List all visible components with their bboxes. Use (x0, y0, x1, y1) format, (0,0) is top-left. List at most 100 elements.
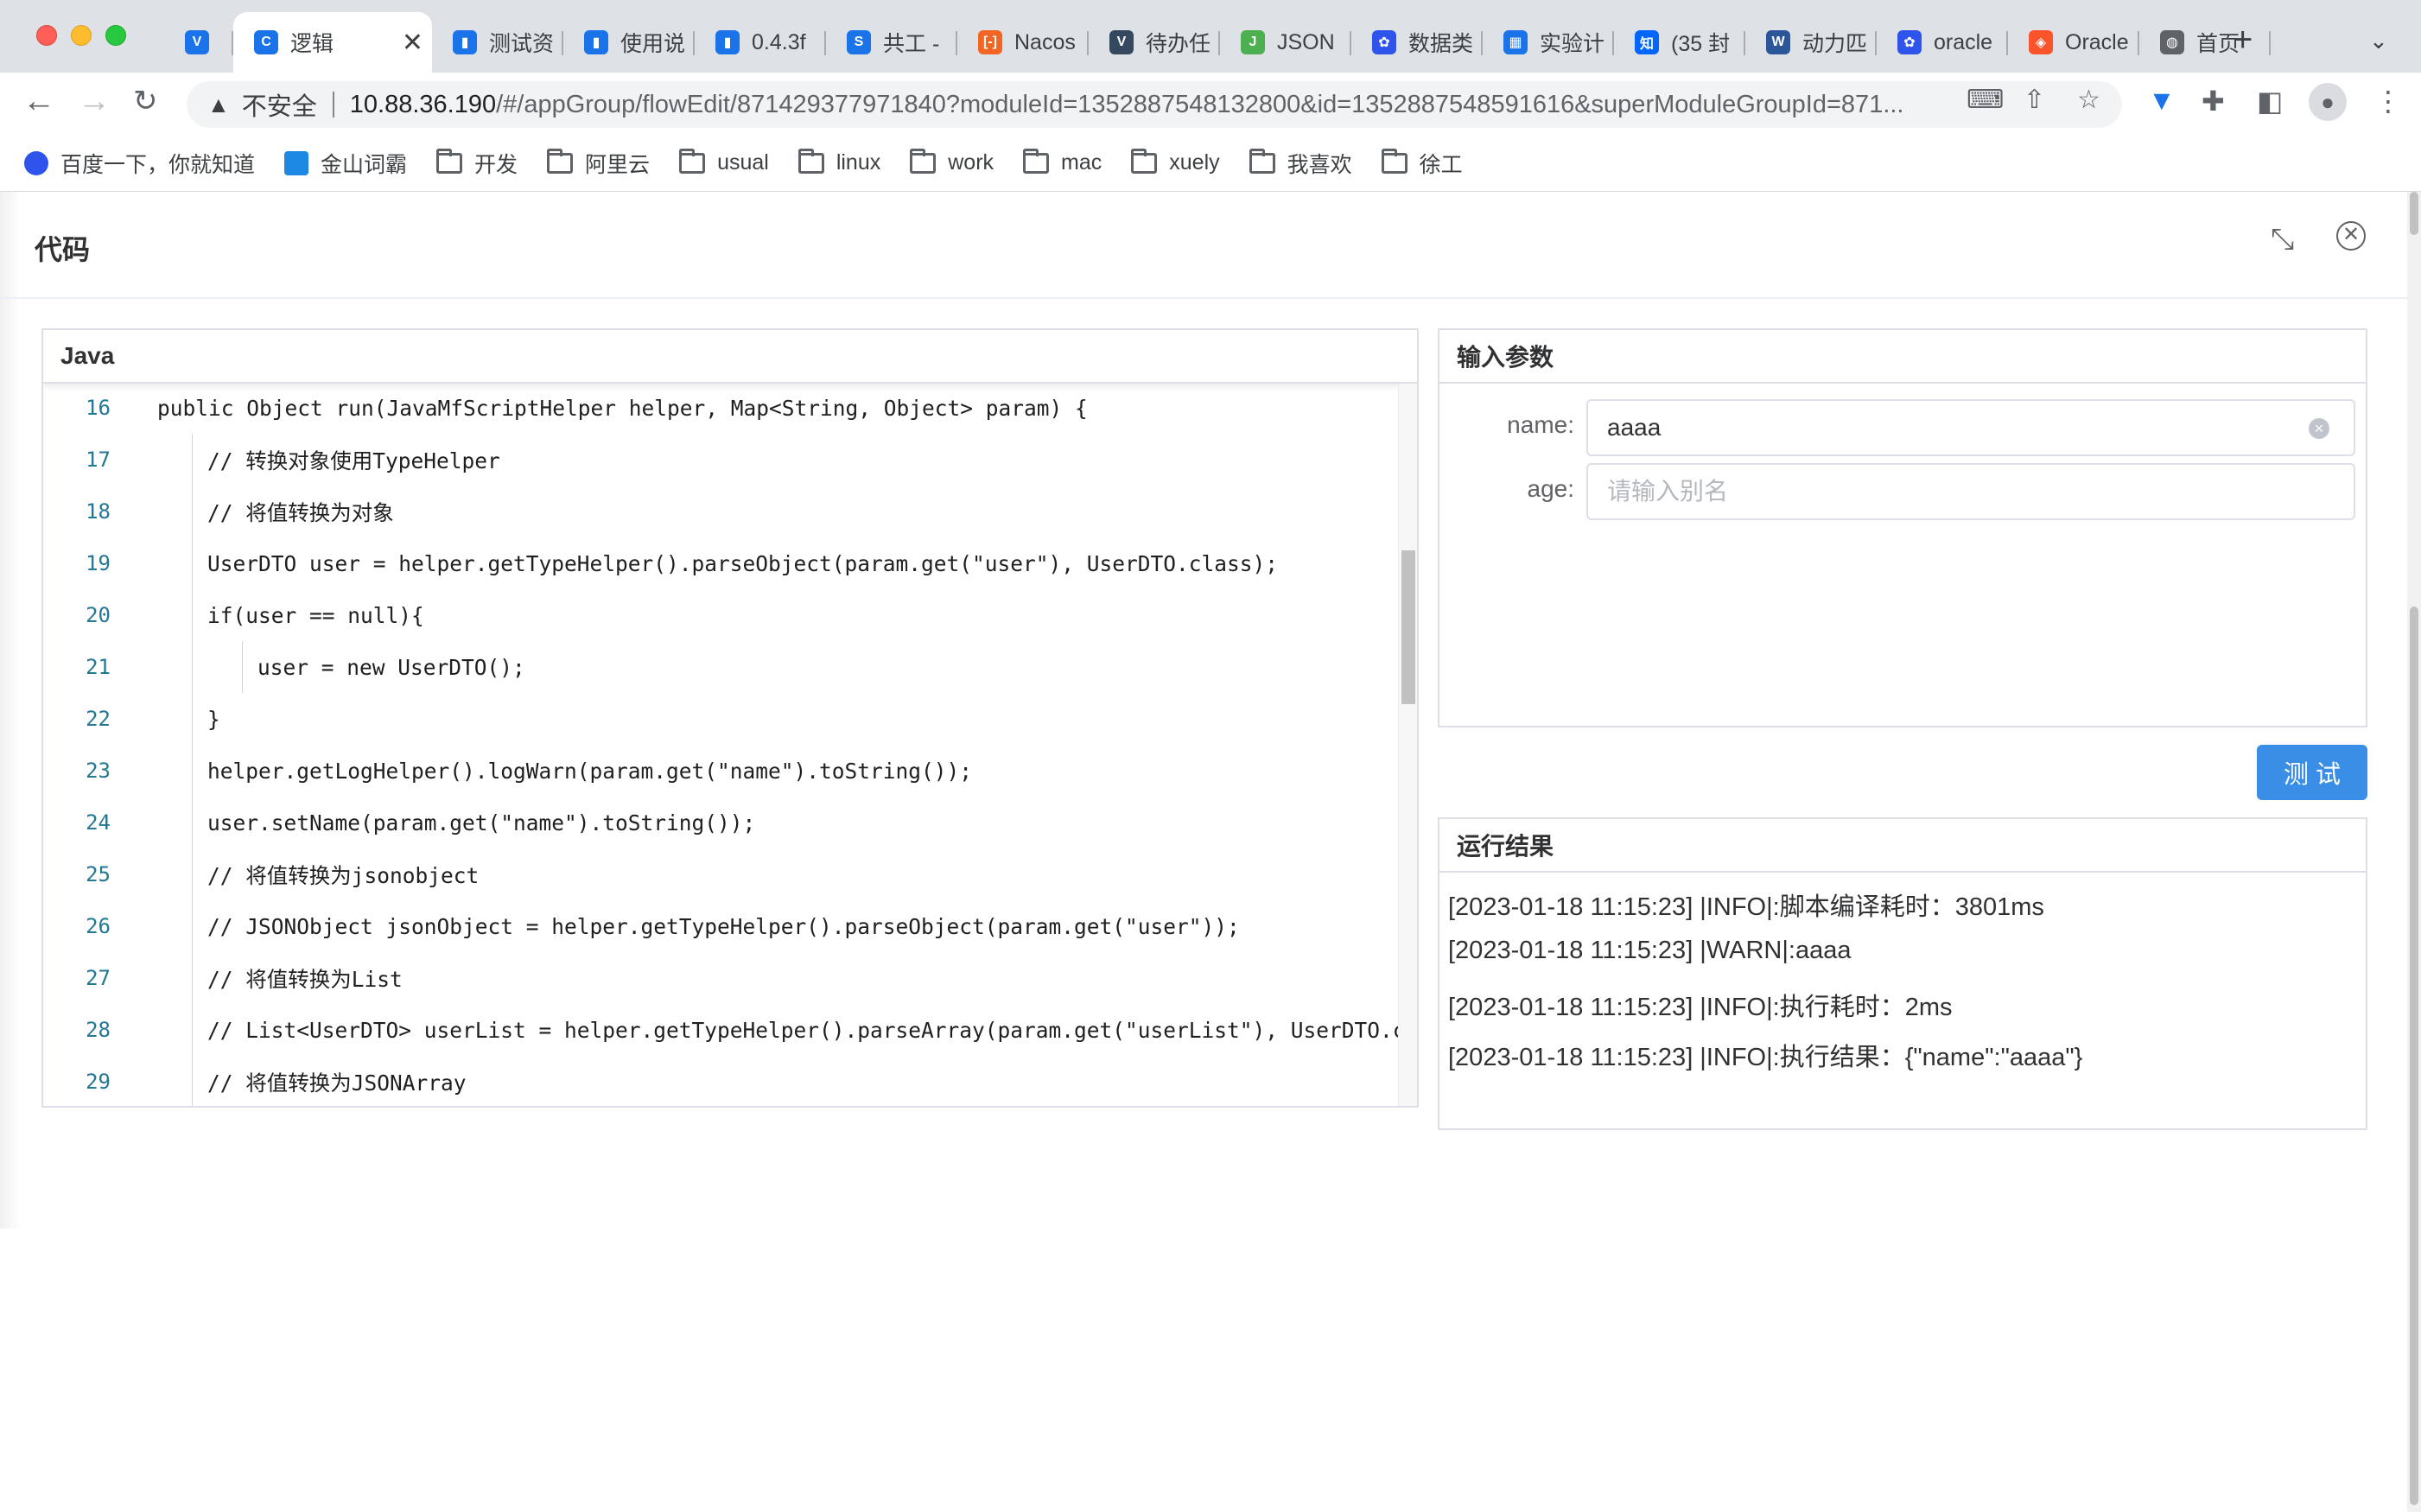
code-text: // 将值转换为JSONArray (207, 1070, 467, 1096)
forward-arrow-icon[interactable]: → (78, 85, 111, 118)
folder-icon (1249, 148, 1275, 174)
code-line: 24 user.setName(param.get("name").toStrin… (43, 797, 1417, 848)
browser-tab[interactable]: J JSON (1220, 12, 1351, 73)
more-menu-icon[interactable]: ⋮ (2374, 85, 2402, 118)
extensions-puzzle-icon[interactable]: ✚ (2202, 85, 2225, 118)
vee-extension-icon[interactable]: ▼ (2148, 85, 2176, 117)
doc-icon: ▮ (584, 30, 608, 54)
drawer-shadow (0, 192, 21, 1229)
browser-tab[interactable]: ▮ 测试资 (432, 12, 563, 73)
logic-app-icon: C (254, 30, 278, 54)
browser-tab[interactable]: W 动力匹 (1745, 12, 1877, 73)
grid-icon: ▦ (1503, 30, 1528, 54)
window-close-button[interactable] (36, 25, 57, 46)
browser-tab[interactable]: C 逻辑 ✕ (233, 12, 432, 73)
browser-toolbar: ← → ↻ ▲ 不安全 10.88.36.190 /#/appGroup/flo… (0, 73, 2421, 135)
code-line: 25 // 将值转换为jsonobject (43, 848, 1417, 900)
param-row-age: age: (1439, 463, 2369, 524)
window-zoom-button[interactable] (105, 25, 126, 46)
window-minimize-button[interactable] (71, 25, 92, 46)
code-line: 17// 转换对象使用TypeHelper (43, 434, 1417, 486)
bookmark-item[interactable]: 开发 (436, 148, 518, 179)
browser-tab[interactable]: ▮ 使用说 (563, 12, 695, 73)
tab-title: 待办任 (1146, 32, 1211, 56)
side-panel-icon[interactable]: ◧ (2257, 85, 2283, 118)
tab-close-icon[interactable]: ✕ (402, 28, 423, 58)
tab-title: Oracle (2065, 29, 2129, 54)
folder-icon (797, 148, 824, 174)
zhihu-icon: 知 (1635, 30, 1659, 54)
page-scrollbar[interactable] (2407, 192, 2421, 1512)
translate-icon[interactable]: ⌨ (1967, 85, 2004, 115)
code-text: // 将值转换为jsonobject (207, 862, 480, 888)
editor-vertical-scrollbar[interactable] (1401, 550, 1415, 704)
code-editor[interactable]: 16 public Object run(JavaMfScriptHelper h… (43, 384, 1417, 1106)
tab-title: 逻辑 (290, 32, 334, 56)
code-text: UserDTO user = helper.getTypeHelper().pa… (207, 550, 1279, 576)
tab-search-chevron-icon[interactable]: ⌄ (2369, 28, 2388, 54)
line-number: 29 (86, 1070, 111, 1094)
back-arrow-icon[interactable]: ← (22, 85, 55, 118)
code-text: } (207, 706, 220, 732)
folder-icon (1023, 148, 1050, 174)
browser-tab[interactable]: S 共工 - (826, 12, 957, 73)
browser-tab[interactable]: V 待办任 (1089, 12, 1220, 73)
tab-title: 数据类 (1408, 32, 1474, 56)
code-text: // 将值转换为对象 (207, 499, 394, 525)
bookmark-item[interactable]: 金山词霸 (284, 148, 407, 179)
bookmark-item[interactable]: usual (679, 148, 769, 175)
param-age-input[interactable] (1586, 463, 2355, 520)
insecure-label: 不安全 (241, 93, 317, 121)
bookmark-item[interactable]: work (910, 148, 994, 175)
browser-tab[interactable]: ◈ Oracle (2008, 12, 2139, 73)
test-button[interactable]: 测试 (2257, 745, 2367, 800)
tab-title: JSON (1277, 29, 1335, 54)
reload-icon[interactable]: ↻ (133, 86, 158, 116)
json-icon: J (1241, 30, 1265, 54)
bookmark-item[interactable]: 百度一下，你就知道 (24, 148, 255, 179)
page-scrollbar-thumb-top[interactable] (2410, 192, 2418, 235)
browser-tab[interactable]: ▦ 实验计 (1483, 12, 1614, 73)
editor-vertical-scroll-track[interactable] (1398, 384, 1417, 1106)
bookmark-item[interactable]: 阿里云 (547, 148, 650, 179)
clear-input-icon[interactable]: × (2309, 418, 2329, 439)
bookmark-item[interactable]: 徐工 (1381, 148, 1463, 179)
folder-icon (1131, 148, 1158, 174)
code-text: // JSONObject jsonObject = helper.getTyp… (207, 913, 1240, 939)
close-circle-icon[interactable]: ✕ (2336, 221, 2366, 251)
line-number: 20 (86, 603, 111, 627)
browser-tab[interactable]: [-] Nacos (957, 12, 1089, 73)
line-number: 16 (86, 396, 111, 420)
baidu-icon: ✿ (1897, 30, 1922, 54)
bookmark-item[interactable]: linux (797, 148, 880, 175)
share-icon[interactable]: ⇧ (2024, 85, 2045, 115)
indent-guide (192, 1056, 193, 1106)
browser-tab[interactable]: V (164, 12, 233, 73)
browser-tab[interactable]: ✿ 数据类 (1351, 12, 1483, 73)
browser-tab[interactable]: ▮ 0.4.3f (695, 12, 826, 73)
indent-guide (192, 486, 193, 537)
code-text: helper.getLogHelper().logWarn(param.get(… (207, 758, 973, 784)
param-name-input[interactable] (1586, 399, 2355, 456)
bookmark-item[interactable]: xuely (1131, 148, 1220, 175)
profile-avatar-icon[interactable]: ● (2309, 83, 2347, 121)
code-line: 21 user = new UserDTO(); (43, 641, 1417, 693)
bookmark-star-icon[interactable]: ☆ (2077, 85, 2100, 115)
new-tab-button[interactable]: + (2233, 22, 2253, 57)
bookmark-item[interactable]: mac (1023, 148, 1102, 175)
bookmark-label: 我喜欢 (1287, 152, 1352, 177)
line-number: 27 (86, 966, 111, 990)
folder-icon (436, 148, 463, 174)
address-bar[interactable]: ▲ 不安全 10.88.36.190 /#/appGroup/flowEdit/… (187, 81, 2122, 128)
line-number: 23 (86, 759, 111, 783)
baidu-icon (24, 150, 48, 175)
bookmark-item[interactable]: 我喜欢 (1249, 148, 1352, 179)
code-line: 29 // 将值转换为JSONArray (43, 1056, 1417, 1106)
tab-title: 共工 - (883, 32, 940, 56)
browser-tab[interactable]: ✿ oracle (1877, 12, 2008, 73)
browser-tab[interactable]: 知 (35 封 (1614, 12, 1745, 73)
tab-title: 动力匹 (1802, 32, 1868, 56)
page-scrollbar-thumb[interactable] (2410, 607, 2418, 1505)
indent-guide (192, 745, 193, 797)
collapse-arrows-icon[interactable]: ⤡ (2271, 223, 2294, 257)
